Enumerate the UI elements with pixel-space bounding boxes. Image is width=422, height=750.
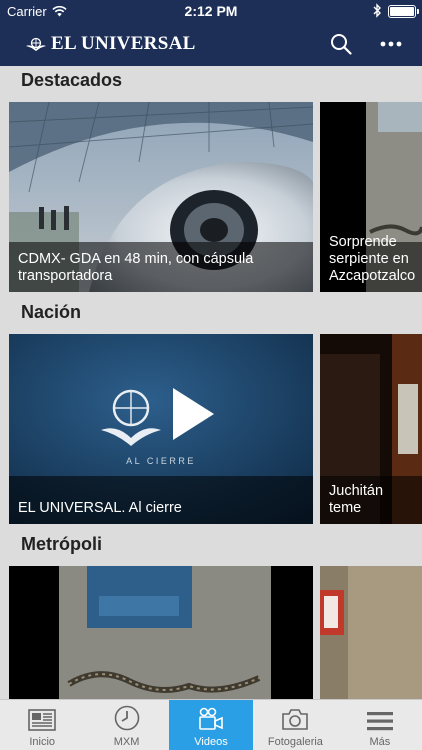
video-camera-icon xyxy=(199,707,223,730)
video-card[interactable]: Sorprende serpiente en Azcapotzalco xyxy=(320,102,422,292)
section-title-metropoli: Metrópoli xyxy=(21,534,102,554)
video-card[interactable]: CDMX- GDA en 48 min, con cápsula transpo… xyxy=(9,102,313,292)
battery-icon xyxy=(388,5,419,18)
thumbnail-overlay-text: AL CIERRE xyxy=(126,456,196,466)
video-thumbnail xyxy=(9,566,313,699)
brand-name: EL UNIVERSAL xyxy=(51,33,196,54)
bottom-tab-bar: Inicio MXM Videos Fotogaleria Más xyxy=(0,699,422,750)
tab-mas[interactable]: Más xyxy=(338,700,422,750)
tab-label: Inicio xyxy=(29,736,56,748)
tab-inicio[interactable]: Inicio xyxy=(0,700,84,750)
video-card[interactable] xyxy=(320,566,422,699)
status-time: 2:12 PM xyxy=(184,3,238,19)
bluetooth-icon xyxy=(373,3,381,18)
videos-feed[interactable]: Destacados CDMX- GDA en 48 min, con cáps… xyxy=(0,66,422,699)
video-card[interactable] xyxy=(9,566,313,699)
video-caption: CDMX- GDA en 48 min, con cápsula transpo… xyxy=(9,242,313,292)
clock-icon xyxy=(114,705,139,731)
app-header: Carrier 2:12 PM EL UNIVERSAL xyxy=(0,0,422,66)
camera-icon xyxy=(282,709,309,730)
video-thumbnail xyxy=(320,566,422,699)
tab-label: MXM xyxy=(113,736,140,748)
video-card[interactable]: Juchitán teme xyxy=(320,334,422,524)
tab-videos[interactable]: Videos xyxy=(168,700,254,750)
status-bar: Carrier 2:12 PM xyxy=(0,0,422,22)
tab-mxm[interactable]: MXM xyxy=(84,700,168,750)
section-title-nacion: Nación xyxy=(21,302,82,322)
video-caption: EL UNIVERSAL. Al cierre xyxy=(9,476,313,524)
tab-fotogaleria[interactable]: Fotogaleria xyxy=(253,700,337,750)
menu-icon xyxy=(366,712,393,731)
video-caption: Sorprende serpiente en Azcapotzalco xyxy=(320,234,422,292)
tab-label: Videos xyxy=(194,736,228,748)
search-icon xyxy=(331,34,352,55)
brand-logo[interactable]: EL UNIVERSAL xyxy=(26,33,196,55)
eagle-globe-icon xyxy=(26,37,46,51)
tab-label: Fotogaleria xyxy=(267,736,323,748)
more-dots-icon xyxy=(380,41,402,47)
more-options-button[interactable] xyxy=(376,30,406,58)
newspaper-icon xyxy=(28,709,57,731)
section-title-destacados: Destacados xyxy=(21,70,123,90)
tab-label: Más xyxy=(369,736,391,748)
search-button[interactable] xyxy=(326,30,356,58)
video-card[interactable]: AL CIERRE EL UNIVERSAL. Al cierre xyxy=(9,334,313,524)
video-caption: Juchitán teme xyxy=(320,476,422,524)
